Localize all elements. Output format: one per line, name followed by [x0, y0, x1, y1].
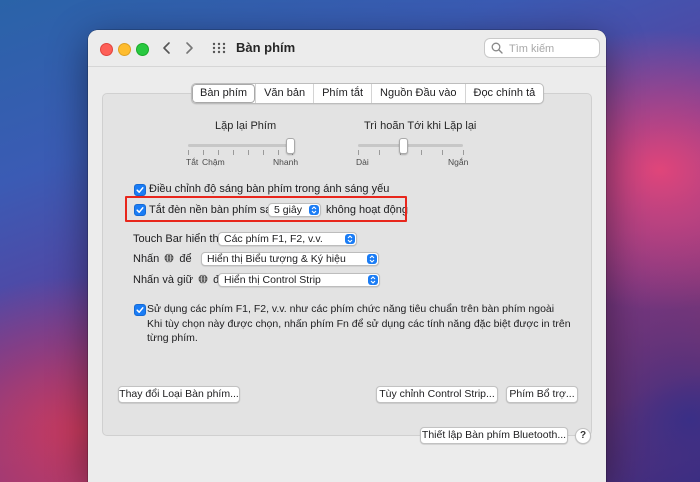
modifier-keys-button[interactable]: Phím Bổ trợ... [506, 386, 578, 403]
zoom-window-button[interactable] [136, 43, 149, 56]
key-repeat-label-fast: Nhanh [273, 157, 299, 167]
checkmark-icon [136, 307, 144, 313]
keyboard-preferences-window: Bàn phím Bàn phím Văn bản Phím tắt Nguồn… [88, 30, 606, 482]
tab-text[interactable]: Văn bản [255, 84, 313, 103]
function-keys-checkbox[interactable] [134, 304, 146, 316]
touch-bar-label: Touch Bar hiển thị [133, 233, 222, 245]
press-hold-globe-popup[interactable]: Hiển thị Control Strip [218, 273, 380, 287]
press-hold-globe-label-pre: Nhấn và giữ [133, 274, 193, 286]
function-keys-label: Sử dụng các phím F1, F2, v.v. như các ph… [147, 303, 555, 315]
search-field[interactable] [484, 38, 600, 58]
globe-icon [198, 274, 208, 284]
popup-chevron-icon [367, 254, 377, 264]
adjust-brightness-label: Điều chỉnh độ sáng bàn phím trong ánh sá… [149, 183, 390, 195]
search-input[interactable] [507, 41, 599, 57]
popup-chevron-icon [368, 275, 378, 285]
window-title: Bàn phím [236, 40, 296, 55]
close-window-button[interactable] [100, 43, 113, 56]
forward-icon[interactable] [180, 39, 198, 57]
title-bar: Bàn phím [88, 30, 606, 67]
touch-bar-value: Các phím F1, F2, v.v. [224, 233, 323, 245]
function-keys-description-line2: từng phím. [147, 332, 198, 344]
press-globe-label-post: để [179, 253, 192, 265]
delay-repeat-label-long: Dài [356, 157, 369, 167]
function-keys-description-line1: Khi tùy chọn này được chọn, nhấn phím Fn… [147, 318, 571, 330]
tab-input-sources[interactable]: Nguồn Đầu vào [371, 84, 464, 103]
highlight-annotation-box [125, 196, 407, 222]
popup-chevron-icon [345, 234, 355, 244]
key-repeat-track[interactable] [188, 144, 292, 147]
delay-repeat-title: Trì hoãn Tới khi Lặp lại [364, 120, 477, 132]
touch-bar-popup[interactable]: Các phím F1, F2, v.v. [218, 232, 357, 246]
delay-repeat-track[interactable] [358, 144, 463, 147]
help-button[interactable]: ? [575, 428, 591, 444]
key-repeat-thumb[interactable] [286, 138, 295, 154]
checkmark-icon [136, 187, 144, 193]
press-globe-label-pre: Nhấn [133, 253, 160, 265]
minimize-window-button[interactable] [118, 43, 131, 56]
change-keyboard-type-button[interactable]: Thay đổi Loại Bàn phím... [118, 386, 240, 403]
tab-dictation[interactable]: Đọc chính tả [464, 84, 544, 103]
delay-repeat-label-short: Ngắn [448, 157, 469, 167]
press-hold-globe-value: Hiển thị Control Strip [224, 274, 321, 286]
tab-shortcuts[interactable]: Phím tắt [313, 84, 371, 103]
press-globe-value: Hiển thị Biểu tượng & Ký hiệu [207, 253, 346, 265]
delay-repeat-thumb[interactable] [399, 138, 408, 154]
press-globe-label: Nhấn để [133, 253, 192, 265]
key-repeat-label-slow: Chậm [202, 157, 225, 167]
tab-bar: Bàn phím Văn bản Phím tắt Nguồn Đầu vào … [191, 83, 545, 104]
globe-icon [164, 253, 174, 263]
back-icon[interactable] [158, 39, 176, 57]
press-hold-globe-label: Nhấn và giữ để [133, 274, 225, 286]
tab-keyboard[interactable]: Bàn phím [192, 84, 256, 103]
grid-icon[interactable] [212, 42, 226, 54]
key-repeat-label-off: Tắt [186, 157, 199, 167]
adjust-brightness-checkbox[interactable] [134, 184, 146, 196]
customize-control-strip-button[interactable]: Tùy chỉnh Control Strip... [376, 386, 498, 403]
bluetooth-keyboard-setup-button[interactable]: Thiết lập Bàn phím Bluetooth... [420, 427, 568, 444]
key-repeat-title: Lặp lại Phím [215, 120, 277, 132]
press-globe-popup[interactable]: Hiển thị Biểu tượng & Ký hiệu [201, 252, 379, 266]
search-icon [491, 42, 503, 54]
